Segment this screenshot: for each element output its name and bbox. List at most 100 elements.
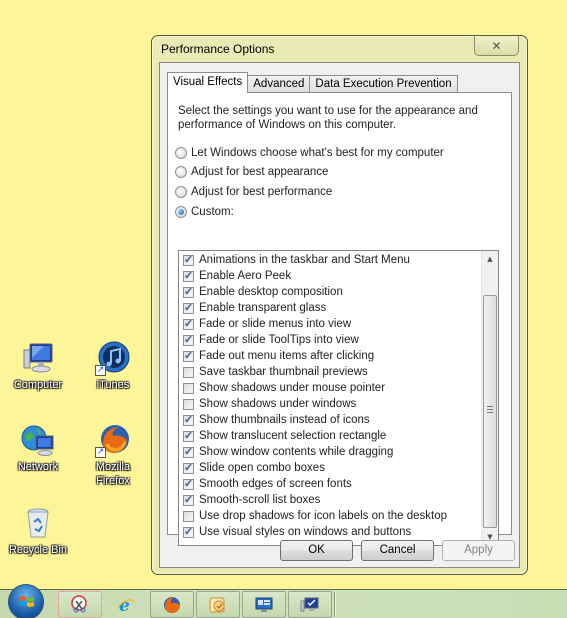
effect-list-item[interactable]: Show window contents while dragging — [179, 444, 498, 460]
checkbox[interactable] — [183, 285, 194, 298]
effect-list-item[interactable]: Fade or slide ToolTips into view — [179, 332, 498, 348]
effect-label: Fade or slide menus into view — [199, 318, 352, 330]
effect-label: Show shadows under mouse pointer — [199, 382, 386, 394]
radio-button[interactable] — [175, 186, 187, 198]
shortcut-arrow-icon: ↗ — [95, 365, 106, 376]
checkbox[interactable] — [183, 461, 194, 474]
desktop-icon-itunes[interactable]: ↗ iTunes — [77, 340, 149, 392]
effect-list-item[interactable]: Show shadows under mouse pointer — [179, 380, 498, 396]
effect-list-item[interactable]: Show shadows under windows — [179, 396, 498, 412]
computer-icon — [20, 340, 56, 376]
effect-label: Save taskbar thumbnail previews — [199, 366, 368, 378]
checkbox[interactable] — [183, 445, 194, 458]
effect-list-item[interactable]: Slide open combo boxes — [179, 460, 498, 476]
visual-effects-list[interactable]: Animations in the taskbar and Start Menu… — [178, 250, 499, 546]
checkbox[interactable] — [183, 510, 194, 522]
apply-button[interactable]: Apply — [442, 540, 515, 561]
taskbar-firefox[interactable] — [150, 591, 194, 618]
checkbox[interactable] — [183, 493, 194, 506]
tab-strip: Visual Effects Advanced Data Execution P… — [167, 72, 458, 93]
checkbox[interactable] — [183, 366, 194, 378]
effect-list-item[interactable]: Enable Aero Peek — [179, 268, 498, 284]
tab-advanced[interactable]: Advanced — [247, 75, 311, 93]
start-button[interactable] — [8, 584, 44, 618]
checkbox[interactable] — [183, 429, 194, 442]
effect-label: Fade or slide ToolTips into view — [199, 334, 359, 346]
visual-effects-panel: Select the settings you want to use for … — [167, 92, 512, 546]
desktop-icon-label: Mozilla — [95, 461, 131, 473]
effect-list-item[interactable]: Animations in the taskbar and Start Menu — [179, 252, 498, 268]
tab-visual-effects[interactable]: Visual Effects — [167, 72, 249, 93]
effect-list-item[interactable]: Use drop shadows for icon labels on the … — [179, 508, 498, 524]
recycle-bin-icon — [20, 505, 56, 541]
checkbox[interactable] — [183, 301, 194, 314]
checkbox[interactable] — [183, 398, 194, 410]
effect-list-item[interactable]: Smooth-scroll list boxes — [179, 492, 498, 508]
radio-best-performance[interactable]: Adjust for best performance — [175, 186, 332, 198]
radio-best-appearance[interactable]: Adjust for best appearance — [175, 166, 328, 178]
effect-list-item[interactable]: Show thumbnails instead of icons — [179, 412, 498, 428]
effect-label: Animations in the taskbar and Start Menu — [199, 254, 410, 266]
desktop-icon-network[interactable]: Network — [2, 422, 74, 474]
taskbar-system-properties[interactable] — [288, 591, 332, 618]
ok-button[interactable]: OK — [280, 540, 353, 561]
dialog-title: Performance Options — [161, 42, 275, 56]
close-button[interactable]: ✕ — [474, 36, 519, 56]
description-text: Select the settings you want to use for … — [178, 105, 478, 131]
radio-label: Adjust for best performance — [191, 186, 333, 198]
tab-data-execution-prevention[interactable]: Data Execution Prevention — [309, 75, 458, 93]
desktop-icon-recycle-bin[interactable]: Recycle Bin — [2, 505, 74, 557]
effect-list-item[interactable]: Fade or slide menus into view — [179, 316, 498, 332]
effect-list-item[interactable]: Save taskbar thumbnail previews — [179, 364, 498, 380]
effect-list-item[interactable]: Enable desktop composition — [179, 284, 498, 300]
effect-list-item[interactable]: Smooth edges of screen fonts — [179, 476, 498, 492]
effect-list-item[interactable]: Show translucent selection rectangle — [179, 428, 498, 444]
itunes-icon: ↗ — [95, 340, 131, 376]
vertical-scrollbar[interactable]: ▲ ▼ — [481, 251, 498, 545]
effect-label: Enable Aero Peek — [199, 270, 292, 282]
radio-button[interactable] — [175, 206, 187, 218]
taskbar-outlook[interactable] — [196, 591, 240, 618]
checkbox[interactable] — [183, 333, 194, 346]
checkbox[interactable] — [183, 382, 194, 394]
radio-button[interactable] — [175, 166, 187, 178]
effect-list-item[interactable]: Use visual styles on windows and buttons — [179, 524, 498, 540]
performance-options-dialog: Performance Options ✕ Visual Effects Adv… — [151, 35, 528, 575]
taskbar: e — [0, 584, 567, 618]
checkbox[interactable] — [183, 413, 194, 426]
taskbar-snipping-tool[interactable] — [58, 591, 102, 618]
radio-button[interactable] — [175, 147, 187, 159]
shortcut-arrow-icon: ↗ — [95, 447, 106, 458]
checkbox[interactable] — [183, 317, 194, 330]
effect-label: Show thumbnails instead of icons — [199, 414, 370, 426]
desktop-icon-firefox[interactable]: ↗ Mozilla Firefox — [77, 422, 149, 488]
checkbox[interactable] — [183, 525, 194, 538]
effect-list-item[interactable]: Fade out menu items after clicking — [179, 348, 498, 364]
taskbar-remote-desktop[interactable] — [242, 591, 286, 618]
scrollbar-thumb[interactable] — [483, 295, 497, 528]
checkbox[interactable] — [183, 349, 194, 362]
radio-let-windows-choose[interactable]: Let Windows choose what's best for my co… — [175, 147, 444, 159]
snipping-tool-icon — [71, 594, 87, 612]
remote-desktop-icon — [255, 597, 273, 612]
taskbar-separator — [334, 592, 336, 617]
grip-icon — [487, 406, 493, 413]
radio-custom[interactable]: Custom: — [175, 206, 234, 218]
effect-list-item[interactable]: Enable transparent glass — [179, 300, 498, 316]
effect-label: Smooth-scroll list boxes — [199, 494, 321, 506]
cancel-button[interactable]: Cancel — [361, 540, 434, 561]
scroll-up-icon[interactable]: ▲ — [482, 251, 498, 267]
effect-label: Smooth edges of screen fonts — [199, 478, 352, 490]
effect-label: Enable transparent glass — [199, 302, 327, 314]
desktop-icon-computer[interactable]: Computer — [2, 340, 74, 392]
taskbar-internet-explorer[interactable]: e — [104, 591, 148, 618]
checkbox[interactable] — [183, 477, 194, 490]
effect-label: Show translucent selection rectangle — [199, 430, 387, 442]
radio-label: Adjust for best appearance — [191, 166, 329, 178]
effect-label: Show shadows under windows — [199, 398, 357, 410]
checkbox[interactable] — [183, 269, 194, 282]
effect-label: Use visual styles on windows and buttons — [199, 526, 412, 538]
effect-label: Use drop shadows for icon labels on the … — [199, 510, 448, 522]
effect-label: Enable desktop composition — [199, 286, 343, 298]
checkbox[interactable] — [183, 253, 194, 266]
